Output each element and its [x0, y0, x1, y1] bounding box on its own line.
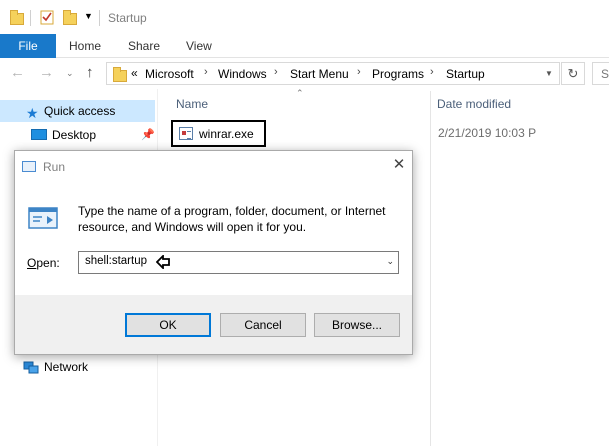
column-header-name[interactable]: Name — [176, 97, 208, 111]
new-folder-icon[interactable] — [63, 8, 77, 26]
dialog-title: Run — [43, 160, 66, 174]
divider — [30, 10, 31, 26]
open-field-value: shell:startup — [85, 255, 148, 267]
nav-item-label: Desktop — [52, 128, 97, 142]
file-date: 2/21/2019 10:03 P — [438, 126, 537, 140]
refresh-icon[interactable]: ↻ — [561, 62, 585, 85]
dialog-message: Type the name of a program, folder, docu… — [78, 204, 386, 234]
address-dropdown-icon[interactable]: ▼ — [545, 69, 553, 78]
tab-share[interactable]: Share — [128, 34, 160, 58]
column-header-date-modified[interactable]: Date modified — [437, 97, 511, 111]
ribbon: File Home Share View — [0, 34, 609, 58]
cancel-button[interactable]: Cancel — [220, 313, 306, 337]
forward-icon[interactable]: → — [39, 64, 54, 81]
open-label: Open: — [27, 256, 60, 270]
breadcrumb-overflow[interactable]: « — [131, 66, 138, 80]
properties-icon[interactable] — [40, 8, 54, 26]
run-icon — [22, 161, 36, 172]
up-icon[interactable]: ↑ — [86, 64, 94, 81]
window-title: Startup — [108, 11, 147, 25]
title-bar: ▼ Startup — [0, 0, 609, 34]
desktop-icon — [31, 129, 47, 140]
chevron-right-icon[interactable]: › — [204, 66, 208, 78]
folder-icon[interactable] — [10, 8, 24, 26]
arrow-pointer-icon — [155, 253, 170, 271]
breadcrumb-startup[interactable]: Startup — [446, 67, 485, 81]
open-field[interactable]: shell:startup ⌄ — [78, 251, 399, 274]
close-icon[interactable]: ✕ — [389, 156, 409, 174]
browse-button[interactable]: Browse... — [314, 313, 400, 337]
nav-item-desktop[interactable]: Desktop 📌 — [0, 124, 155, 146]
run-dialog: Run ✕ Type the name of a program, folder… — [14, 150, 413, 355]
nav-item-quick-access[interactable]: ★ Quick access — [0, 100, 155, 122]
tab-view[interactable]: View — [186, 34, 212, 58]
nav-item-label: Network — [44, 360, 89, 374]
breadcrumb-windows[interactable]: Windows — [218, 67, 267, 81]
divider — [99, 10, 100, 26]
breadcrumb-programs[interactable]: Programs — [372, 67, 424, 81]
folder-icon — [113, 67, 127, 82]
exe-icon — [179, 127, 193, 140]
chevron-right-icon[interactable]: › — [357, 66, 361, 78]
star-icon: ★ — [26, 105, 39, 121]
breadcrumb-microsoft[interactable]: Microsoft — [145, 67, 194, 81]
file-name: winrar.exe — [199, 127, 254, 141]
column-divider[interactable] — [430, 91, 431, 446]
breadcrumb-start-menu[interactable]: Start Menu — [290, 67, 349, 81]
chevron-right-icon[interactable]: › — [274, 66, 278, 78]
address-bar[interactable]: « Microsoft › Windows › Start Menu › Pro… — [106, 62, 560, 85]
nav-item-label: Quick access — [44, 104, 116, 118]
open-label-rest: pen: — [36, 256, 60, 270]
address-row: ← → ⌄ ↑ « Microsoft › Windows › Start Me… — [0, 58, 609, 89]
run-program-icon — [28, 205, 58, 231]
tab-home[interactable]: Home — [69, 34, 101, 58]
pin-icon[interactable]: 📌 — [141, 124, 155, 146]
search-input[interactable]: S — [592, 62, 609, 85]
tab-file[interactable]: File — [0, 34, 56, 58]
chevron-down-icon[interactable]: ⌄ — [386, 256, 394, 267]
dialog-footer: OK Cancel Browse... — [15, 295, 412, 354]
back-icon[interactable]: ← — [10, 64, 25, 81]
ok-button[interactable]: OK — [125, 313, 211, 337]
file-row[interactable]: winrar.exe — [171, 120, 266, 147]
customize-toolbar-icon[interactable]: ▼ — [84, 11, 98, 29]
recent-locations-icon[interactable]: ⌄ — [66, 68, 74, 79]
nav-item-network[interactable]: Network — [0, 356, 155, 378]
chevron-right-icon[interactable]: › — [430, 66, 434, 78]
sort-ascending-icon: ⌃ — [296, 88, 304, 98]
network-icon — [23, 360, 39, 382]
